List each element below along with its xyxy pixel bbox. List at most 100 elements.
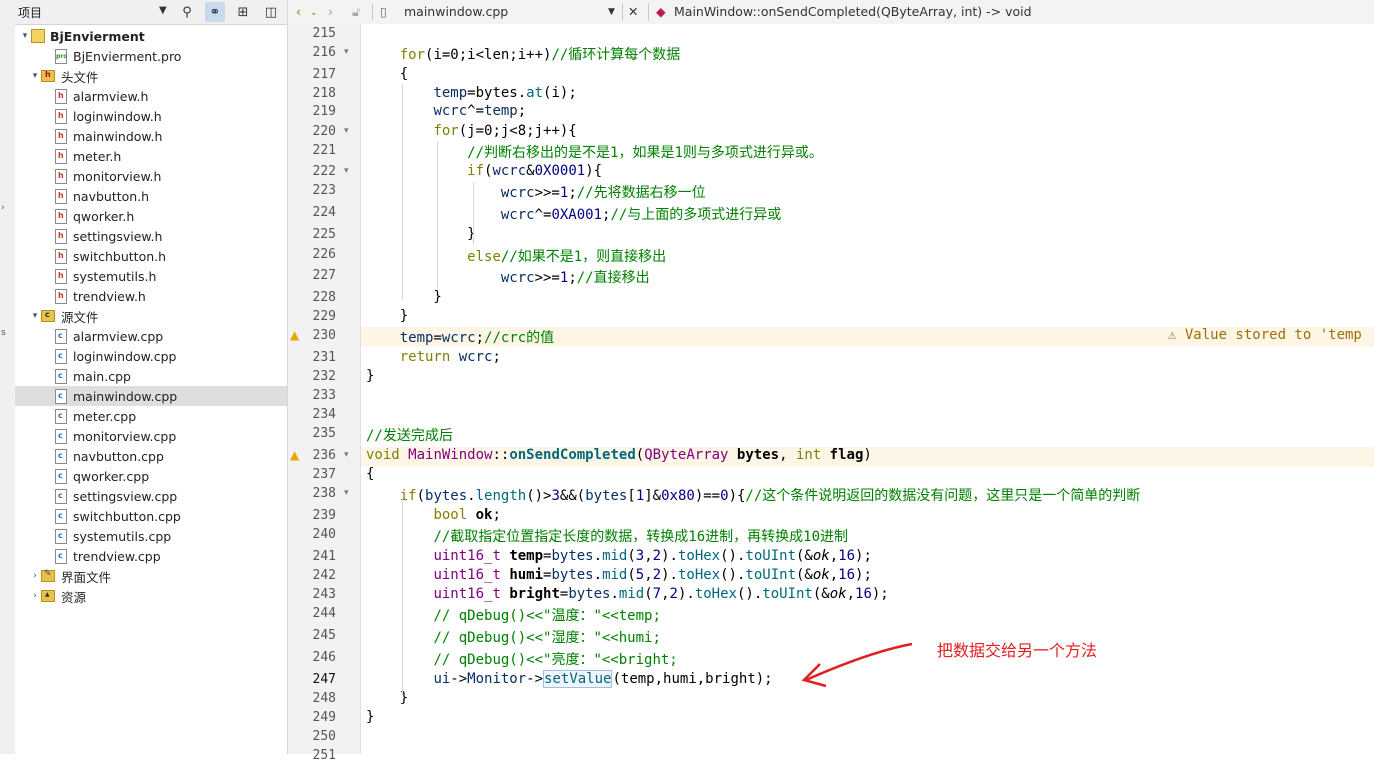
tree-item-header[interactable]: mainwindow.h xyxy=(15,126,287,146)
code-line[interactable]: return wcrc; xyxy=(366,349,501,365)
file-icon xyxy=(55,248,67,264)
folder-icon xyxy=(41,310,55,322)
forms-folder[interactable]: › 界面文件 xyxy=(15,566,287,586)
tree-item-source[interactable]: settingsview.cpp xyxy=(15,486,287,506)
code-line[interactable]: temp=bytes.at(i); xyxy=(366,85,576,101)
code-line[interactable]: if(bytes.length()>3&&(bytes[1]&0x80)==0)… xyxy=(366,485,1141,505)
function-symbol[interactable]: MainWindow::onSendCompleted(QByteArray, … xyxy=(674,4,1032,19)
fold-marker-icon[interactable]: ▾ xyxy=(344,166,349,176)
filter-icon[interactable]: ⚲ xyxy=(177,2,197,22)
link-editor-icon[interactable]: ⚭ xyxy=(205,2,225,22)
fold-marker-icon[interactable]: ▾ xyxy=(344,488,349,498)
tree-item-header[interactable]: meter.h xyxy=(15,146,287,166)
expand-caret-icon[interactable]: › xyxy=(29,571,41,581)
code-line[interactable]: } xyxy=(366,289,441,305)
line-number: 249 xyxy=(312,710,336,725)
code-line[interactable]: temp=wcrc;//crc的值 xyxy=(366,327,554,347)
code-line[interactable]: { xyxy=(366,66,408,82)
code-line[interactable]: //判断右移出的是不是1，如果是1则与多项式进行异或。 xyxy=(366,142,823,162)
code-line[interactable]: { xyxy=(366,466,374,482)
line-number: 221 xyxy=(312,143,336,158)
tree-item-header[interactable]: monitorview.h xyxy=(15,166,287,186)
tree-item-header[interactable]: qworker.h xyxy=(15,206,287,226)
file-icon xyxy=(55,108,67,124)
tree-item-source[interactable]: systemutils.cpp xyxy=(15,526,287,546)
tree-item-source[interactable]: monitorview.cpp xyxy=(15,426,287,446)
code-line[interactable]: // qDebug()<<"湿度："<<humi; xyxy=(366,627,660,647)
code-line[interactable]: for(i=0;i<len;i++)//循环计算每个数据 xyxy=(366,44,681,64)
tree-item-header[interactable]: loginwindow.h xyxy=(15,106,287,126)
code-line[interactable]: wcrc>>=1;//先将数据右移一位 xyxy=(366,182,706,202)
back-icon[interactable]: ‹ xyxy=(296,4,301,19)
tree-item-source[interactable]: loginwindow.cpp xyxy=(15,346,287,366)
folder-icon xyxy=(41,70,55,82)
tree-item-header[interactable]: navbutton.h xyxy=(15,186,287,206)
code-line[interactable]: } xyxy=(366,368,374,384)
expand-caret-icon[interactable]: ▾ xyxy=(19,31,31,41)
tree-item-source[interactable]: navbutton.cpp xyxy=(15,446,287,466)
headers-folder[interactable]: ▾ 头文件 xyxy=(15,66,287,86)
tree-item-source[interactable]: meter.cpp xyxy=(15,406,287,426)
code-line[interactable]: wcrc^=temp; xyxy=(366,103,526,119)
code-line[interactable]: bool ok; xyxy=(366,507,500,523)
fold-marker-icon[interactable]: ▾ xyxy=(344,126,349,136)
code-line[interactable]: uint16_t humi=bytes.mid(5,2).toHex().toU… xyxy=(366,567,871,583)
tree-item-source[interactable]: alarmview.cpp xyxy=(15,326,287,346)
code-line[interactable]: } xyxy=(366,308,408,324)
tree-item-source[interactable]: main.cpp xyxy=(15,366,287,386)
expand-caret-icon[interactable]: ▾ xyxy=(29,311,41,321)
code-line[interactable]: ui->Monitor->setValue(temp,humi,bright); xyxy=(366,670,773,688)
code-line[interactable]: // qDebug()<<"温度："<<temp; xyxy=(366,605,660,625)
code-line[interactable]: uint16_t temp=bytes.mid(3,2).toHex().toU… xyxy=(366,548,871,564)
file-icon xyxy=(55,508,67,524)
tree-item-source[interactable]: switchbutton.cpp xyxy=(15,506,287,526)
code-line[interactable]: } xyxy=(366,226,475,242)
file-icon xyxy=(55,168,67,184)
sources-folder[interactable]: ▾ 源文件 xyxy=(15,306,287,326)
close-sidebar-icon[interactable]: ◫ xyxy=(261,2,281,22)
tree-item-header[interactable]: trendview.h xyxy=(15,286,287,306)
warning-icon[interactable]: ▲ xyxy=(290,448,299,462)
expand-caret-icon[interactable]: ▾ xyxy=(29,71,41,81)
code-line[interactable]: wcrc^=0XA001;//与上面的多项式进行异或 xyxy=(366,204,781,224)
expand-caret-icon[interactable]: › xyxy=(29,591,41,601)
code-line[interactable]: } xyxy=(366,709,374,725)
pro-file[interactable]: BjEnvierment.pro xyxy=(15,46,287,66)
code-line[interactable]: else//如果不是1，则直接移出 xyxy=(366,246,666,266)
tree-item-source[interactable]: trendview.cpp xyxy=(15,546,287,566)
forward-icon[interactable]: › xyxy=(328,4,333,19)
tree-item-source[interactable]: qworker.cpp xyxy=(15,466,287,486)
code-line[interactable]: uint16_t bright=bytes.mid(7,2).toHex().t… xyxy=(366,586,888,602)
open-file-name[interactable]: mainwindow.cpp xyxy=(404,4,508,19)
resources-folder[interactable]: › 资源 xyxy=(15,586,287,606)
fold-marker-icon[interactable]: ▾ xyxy=(344,450,349,460)
code-line[interactable]: void MainWindow::onSendCompleted(QByteAr… xyxy=(366,447,872,463)
tree-item-header[interactable]: alarmview.h xyxy=(15,86,287,106)
collapse-arrow-icon[interactable]: › xyxy=(1,203,5,213)
tree-item-header[interactable]: settingsview.h xyxy=(15,226,287,246)
indent-guide xyxy=(473,182,474,245)
tree-item-header[interactable]: switchbutton.h xyxy=(15,246,287,266)
tree-item-label: navbutton.h xyxy=(73,188,150,204)
file-dropdown-icon[interactable]: ▼ xyxy=(608,7,615,17)
project-view-selector[interactable]: 项目 xyxy=(18,4,158,21)
file-icon xyxy=(55,328,67,344)
history-dropdown-icon[interactable]: ⌄ xyxy=(310,8,318,18)
project-pane: 项目 ▼ ⚲ ⚭ ⊞ ◫ ▾ BjEnvierment BjEnvierment.p… xyxy=(15,0,288,754)
close-icon[interactable]: ✕ xyxy=(628,4,638,19)
chevron-down-icon[interactable]: ▼ xyxy=(159,5,167,16)
code-line[interactable]: //发送完成后 xyxy=(366,425,453,445)
code-line[interactable]: //截取指定位置指定长度的数据，转换成16进制，再转换成10进制 xyxy=(366,526,848,546)
fold-marker-icon[interactable]: ▾ xyxy=(344,47,349,57)
add-split-icon[interactable]: ⊞ xyxy=(233,2,253,22)
tree-item-label: switchbutton.h xyxy=(73,248,167,264)
code-line[interactable]: for(j=0;j<8;j++){ xyxy=(366,123,576,139)
code-line[interactable]: wcrc>>=1;//直接移出 xyxy=(366,267,650,287)
warning-icon[interactable]: ▲ xyxy=(290,328,299,342)
project-root[interactable]: ▾ BjEnvierment xyxy=(15,26,287,46)
tree-item-header[interactable]: systemutils.h xyxy=(15,266,287,286)
tree-item-source[interactable]: mainwindow.cpp xyxy=(15,386,287,406)
code-line[interactable]: // qDebug()<<"亮度："<<bright; xyxy=(366,649,677,669)
line-number: 246 xyxy=(312,650,336,665)
file-icon: ▯ xyxy=(380,4,387,19)
